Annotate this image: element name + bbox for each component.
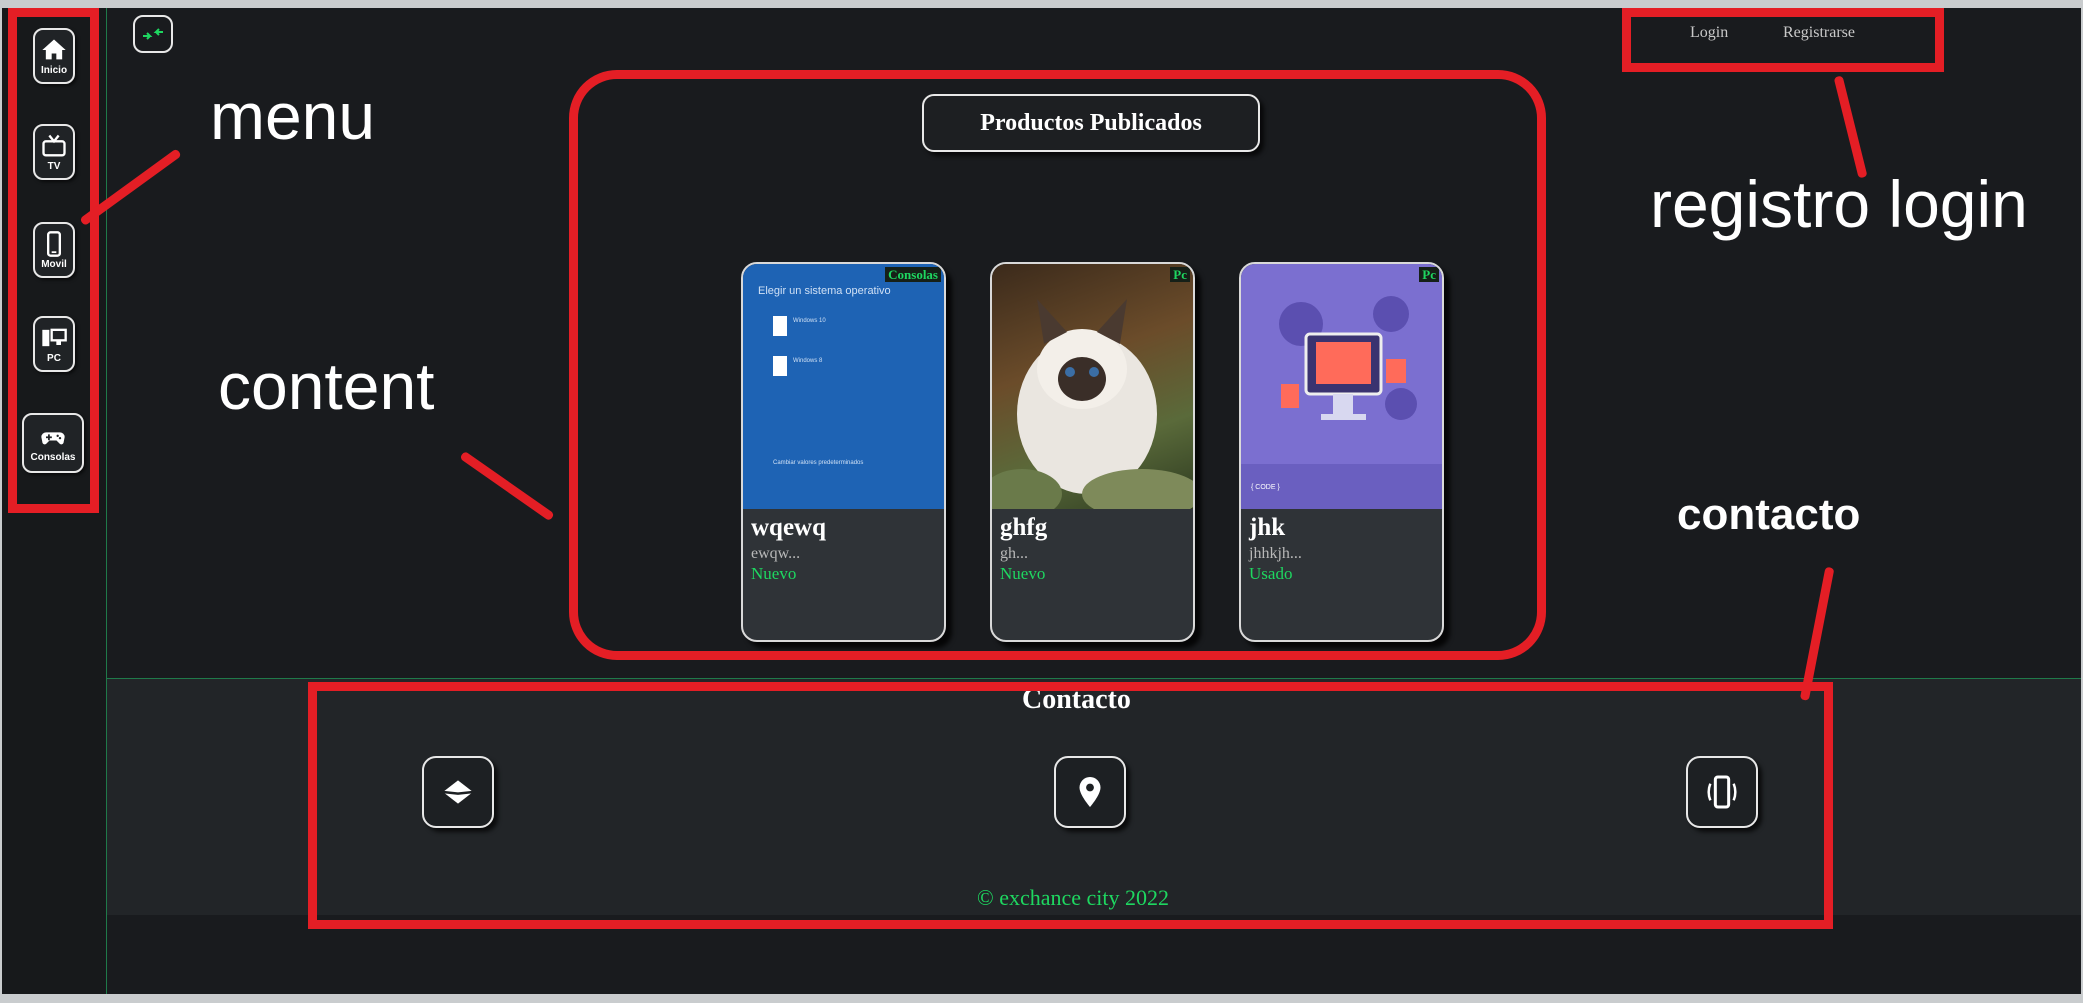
menu-label: menu (210, 79, 376, 153)
registro-login-label: registro login (1650, 167, 2028, 241)
contacto-label: contacto (1677, 490, 1861, 539)
menu-annotation-box (8, 8, 99, 513)
content-annotation-box (569, 70, 1546, 660)
registro-login-annotation-box (1622, 8, 1944, 72)
content-label: content (218, 349, 435, 423)
collapse-arrows-icon (143, 28, 163, 40)
contacto-annotation-box (308, 682, 1833, 929)
collapse-button[interactable] (133, 15, 173, 53)
